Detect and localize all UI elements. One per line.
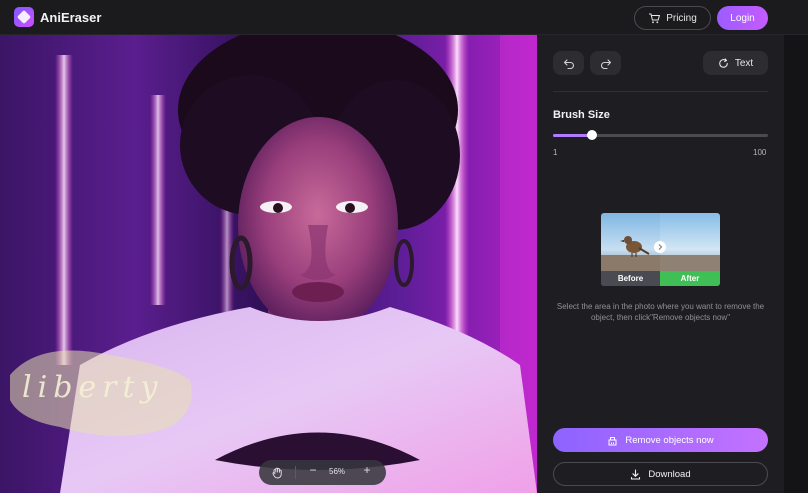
before-after-demo: Before After — [601, 213, 720, 286]
remove-objects-button[interactable]: Remove objects now — [553, 428, 768, 452]
undo-icon — [563, 58, 574, 69]
redo-icon — [600, 58, 611, 69]
after-label: After — [660, 271, 720, 286]
zoom-level: 56% — [329, 467, 346, 476]
app-title[interactable]: AniEraser — [40, 10, 101, 25]
text-button[interactable]: Text — [703, 51, 768, 75]
brush-size-slider[interactable] — [553, 130, 768, 140]
eraser-icon — [608, 436, 617, 445]
cart-icon — [649, 13, 661, 23]
text-button-label: Text — [734, 57, 754, 69]
compare-handle-icon — [654, 241, 666, 253]
undo-button[interactable] — [553, 51, 584, 75]
brush-max-label: 100 — [753, 148, 767, 157]
portrait-photo: liberty — [0, 35, 537, 493]
window-edge — [784, 35, 808, 493]
photo-canvas[interactable]: liberty − 56% + — [0, 35, 537, 493]
redo-button[interactable] — [590, 51, 621, 75]
brush-slider-thumb[interactable] — [586, 130, 597, 140]
pricing-label: Pricing — [666, 12, 697, 24]
pricing-button[interactable]: Pricing — [634, 6, 711, 30]
refresh-icon — [719, 57, 728, 68]
download-label: Download — [648, 468, 691, 480]
zoom-out-button[interactable]: − — [306, 463, 320, 481]
zoom-divider — [295, 466, 296, 479]
brush-slider-fill — [553, 134, 592, 137]
sidebar-divider — [553, 91, 768, 92]
download-icon — [631, 468, 641, 480]
remove-objects-label: Remove objects now — [625, 434, 714, 446]
top-bar: AniEraser Pricing Login — [0, 0, 808, 35]
tool-sidebar: Text Brush Size 1 100 Before After Selec… — [537, 35, 784, 493]
download-button[interactable]: Download — [553, 462, 768, 486]
brush-size-label: Brush Size — [553, 109, 610, 121]
watermark-text: liberty — [22, 370, 164, 405]
zoom-in-button[interactable]: + — [360, 463, 374, 481]
brush-min-label: 1 — [553, 148, 558, 157]
login-button[interactable]: Login — [717, 6, 768, 30]
instruction-text: Select the area in the photo where you w… — [556, 302, 765, 322]
zoom-toolbar: − 56% + — [259, 460, 386, 485]
anieraser-logo-icon[interactable] — [14, 7, 34, 27]
hand-pan-icon[interactable] — [271, 466, 284, 479]
before-label: Before — [601, 271, 660, 286]
